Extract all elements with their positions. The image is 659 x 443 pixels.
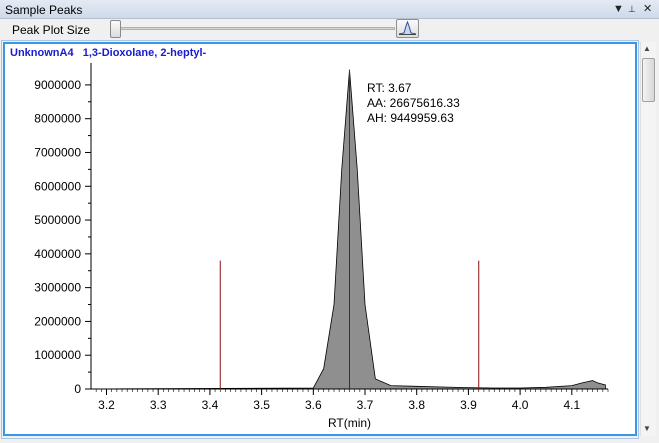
x-axis-title: RT(min) [328, 416, 371, 430]
y-tick-label: 5000000 [34, 213, 81, 227]
x-tick-label: 3.2 [98, 398, 115, 412]
peak-annotation-ah: AH: 9449959.63 [367, 111, 454, 125]
peak-annotation-aa: AA: 26675616.33 [367, 96, 460, 110]
y-tick-label: 6000000 [34, 179, 81, 193]
x-tick-label: 3.5 [253, 398, 270, 412]
y-tick-label: 0 [74, 382, 81, 396]
x-tick-label: 3.6 [305, 398, 322, 412]
peak-area [90, 69, 606, 390]
peak-chart: 0 1000000 2000000 3000000 4000000 5000000 6000… [34, 63, 609, 430]
y-tick-label: 1000000 [34, 348, 81, 362]
y-tick-label: 2000000 [34, 314, 81, 328]
x-tick-label: 3.4 [202, 398, 219, 412]
x-tick-label: 4.0 [512, 398, 529, 412]
x-tick-label: 3.9 [460, 398, 477, 412]
y-tick-label: 8000000 [34, 112, 81, 126]
scrollbar-thumb[interactable] [642, 58, 655, 102]
x-tick-label: 3.7 [357, 398, 374, 412]
y-tick-label: 3000000 [34, 281, 81, 295]
scroll-up-icon[interactable]: ▲ [643, 44, 651, 53]
x-tick-label: 3.3 [150, 398, 167, 412]
y-tick-label: 7000000 [34, 145, 81, 159]
y-tick-label: 4000000 [34, 247, 81, 261]
x-tick-label: 3.8 [408, 398, 425, 412]
x-tick-label: 4.1 [563, 398, 580, 412]
y-tick-label: 9000000 [34, 78, 81, 92]
peak-annotation-rt: RT: 3.67 [367, 81, 412, 95]
scroll-down-icon[interactable]: ▼ [643, 424, 651, 433]
